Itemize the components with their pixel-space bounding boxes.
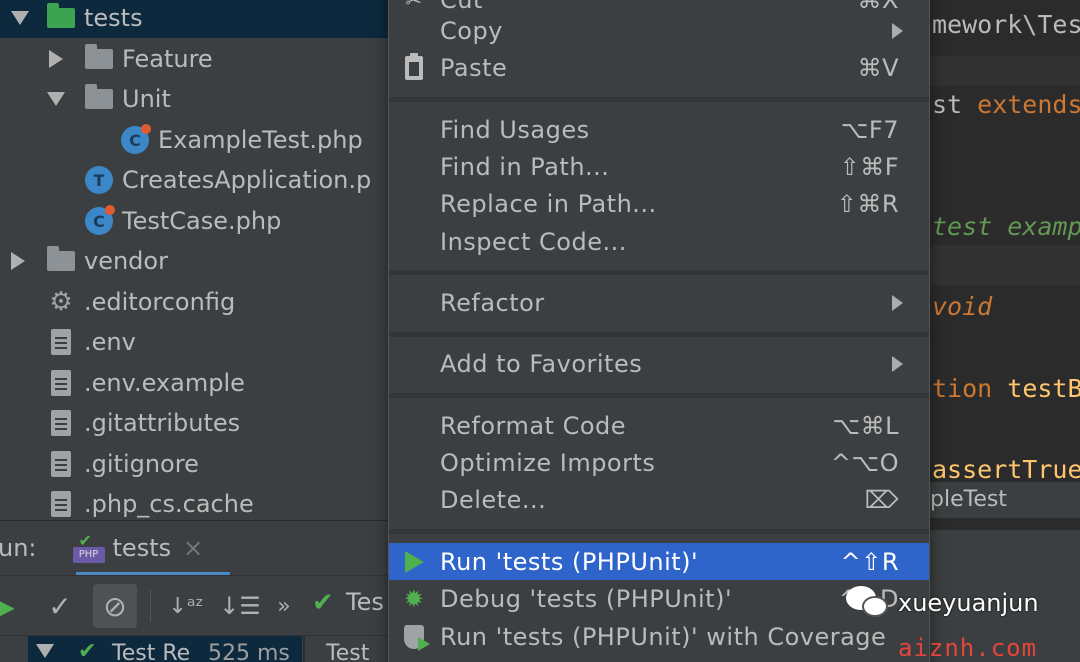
folder-icon — [46, 246, 76, 275]
run-label: un: — [0, 534, 37, 562]
tree-item-tests[interactable]: tests — [0, 0, 390, 38]
menu-item-copy[interactable]: Copy — [389, 12, 929, 49]
file-icon — [46, 490, 76, 518]
tree-item-gitattributes[interactable]: .gitattributes — [0, 403, 390, 443]
submenu-arrow-icon — [892, 294, 903, 311]
tree-item-unit[interactable]: Unit — [0, 79, 390, 119]
folder-green-icon — [46, 3, 76, 32]
tree-item-php-cs-cache[interactable]: .php_cs.cache — [0, 484, 390, 520]
file-icon — [46, 369, 76, 397]
run-tab[interactable]: PHP ✔ tests × — [72, 531, 203, 563]
chevron-right-icon[interactable] — [8, 251, 28, 271]
run-toolbar: ▶ ✓ ⊘ ↓ᵃᶻ ↓☰ » ✔ Tes — [0, 575, 390, 635]
folder-icon — [84, 84, 114, 113]
test-results-tree: ✔ Test Re 525 ms Test — [0, 635, 390, 662]
php-trait-icon: T — [84, 166, 114, 194]
show-passed-icon[interactable]: ✓ — [38, 584, 82, 628]
code-editor[interactable]: mework\Tes st extends test examp void ti… — [928, 0, 1080, 530]
folder-icon — [84, 44, 114, 73]
php-class-icon: C — [84, 205, 115, 235]
show-ignored-icon[interactable]: ⊘ — [93, 584, 137, 628]
menu-item-add-to-favorites[interactable]: Add to Favorites — [389, 345, 929, 382]
test-duration: 525 ms — [208, 641, 290, 662]
menu-item-inspect-code[interactable]: Inspect Code... — [389, 223, 929, 260]
menu-item-run-with-coverage[interactable]: Run 'tests (PHPUnit)' with Coverage — [389, 618, 929, 655]
tree-item-env-example[interactable]: .env.example — [0, 363, 390, 403]
tree-item-label: vendor — [84, 247, 168, 275]
tree-item-label: .editorconfig — [84, 288, 236, 316]
run-panel-header: un: PHP ✔ tests × — [0, 520, 390, 575]
code-line: test examp — [932, 212, 1080, 241]
tree-item-label: tests — [84, 4, 143, 32]
php-class-icon: C — [120, 124, 151, 154]
chevron-down-icon[interactable] — [10, 8, 30, 28]
tree-item-label: Feature — [122, 45, 213, 73]
code-line: void — [932, 292, 993, 321]
scissors-icon: ✂ — [401, 0, 427, 13]
submenu-arrow-icon — [892, 22, 903, 39]
chevron-right-icon[interactable] — [46, 49, 66, 69]
gear-icon: ⚙ — [49, 287, 73, 317]
code-line: mework\Tes — [932, 10, 1080, 39]
file-icon — [46, 328, 76, 356]
close-icon[interactable]: × — [183, 534, 203, 562]
menu-item-find-usages[interactable]: Find Usages ⌥F7 — [389, 111, 929, 148]
menu-item-delete[interactable]: Delete... ⌦ — [389, 481, 929, 518]
menu-item-run-tests[interactable]: Run 'tests (PHPUnit)' ^⇧R — [389, 543, 929, 580]
project-tree: tests Feature Unit C ExampleTest.php T C… — [0, 0, 390, 520]
check-icon: ✔ — [78, 639, 97, 662]
test-output-label: Test — [326, 641, 370, 662]
menu-item-reformat-code[interactable]: Reformat Code ⌥⌘L — [389, 407, 929, 444]
tree-item-feature[interactable]: Feature — [0, 39, 390, 79]
php-test-icon: PHP ✔ — [72, 531, 105, 563]
watermark-name: xueyuanjun — [898, 589, 1039, 617]
menu-item-paste[interactable]: Paste ⌘V — [389, 49, 929, 86]
editor-tooltip: pleTest — [928, 482, 1080, 518]
code-line: tion testB — [932, 374, 1080, 403]
watermark: xueyuanjun — [846, 586, 1039, 620]
code-line: assertTrue — [932, 455, 1080, 484]
menu-item-replace-in-path[interactable]: Replace in Path... ⇧⌘R — [389, 185, 929, 222]
toolbar-label: Tes — [346, 588, 384, 616]
menu-item-find-in-path[interactable]: Find in Path... ⇧⌘F — [389, 148, 929, 185]
menu-item-refactor[interactable]: Refactor — [389, 284, 929, 321]
sort-alpha-icon[interactable]: ↓ᵃᶻ — [164, 584, 208, 628]
tree-item-label: .env.example — [84, 369, 245, 397]
watermark-url: aiznh.com — [898, 634, 1038, 662]
check-icon: ✔ — [312, 588, 334, 618]
coverage-icon — [401, 624, 430, 651]
code-line: st extends — [932, 90, 1080, 119]
run-icon — [401, 549, 427, 575]
run-tab-label: tests — [112, 534, 172, 562]
chevron-down-icon[interactable] — [36, 644, 54, 658]
tree-item-label: CreatesApplication.p — [122, 166, 372, 194]
tree-item-label: TestCase.php — [122, 207, 282, 235]
tree-item-vendor[interactable]: vendor — [0, 241, 390, 281]
tree-item-createsapplication[interactable]: T CreatesApplication.p — [0, 160, 390, 200]
menu-item-optimize-imports[interactable]: Optimize Imports ^⌥O — [389, 444, 929, 481]
tree-item-label: Unit — [122, 85, 171, 113]
tree-item-label: .php_cs.cache — [84, 490, 254, 518]
wechat-icon — [846, 586, 890, 620]
sort-duration-icon[interactable]: ↓☰ — [218, 584, 262, 628]
chevron-down-icon[interactable] — [46, 89, 66, 109]
tree-item-gitignore[interactable]: .gitignore — [0, 444, 390, 484]
test-result-label[interactable]: Test Re — [112, 641, 190, 662]
tree-item-testcase[interactable]: C TestCase.php — [0, 201, 390, 241]
tree-item-label: ExampleTest.php — [158, 126, 363, 154]
debug-icon: ✹ — [403, 584, 425, 613]
file-icon — [46, 409, 76, 437]
tree-item-env[interactable]: .env — [0, 322, 390, 362]
tree-item-exampletest[interactable]: C ExampleTest.php — [0, 120, 390, 160]
tree-item-label: .env — [84, 328, 136, 356]
tree-item-label: .gitattributes — [84, 409, 241, 437]
rerun-icon[interactable]: ▶ — [0, 584, 26, 628]
context-menu: ✂ Cut ⌘X Copy Paste ⌘V Find Usages ⌥F7 F… — [388, 0, 930, 662]
clipboard-icon — [401, 52, 427, 81]
tree-item-label: .gitignore — [84, 450, 199, 478]
file-ignored-icon — [46, 450, 76, 478]
tree-item-editorconfig[interactable]: ⚙ .editorconfig — [0, 282, 390, 322]
submenu-arrow-icon — [892, 355, 903, 372]
more-icon[interactable]: » — [262, 584, 306, 628]
